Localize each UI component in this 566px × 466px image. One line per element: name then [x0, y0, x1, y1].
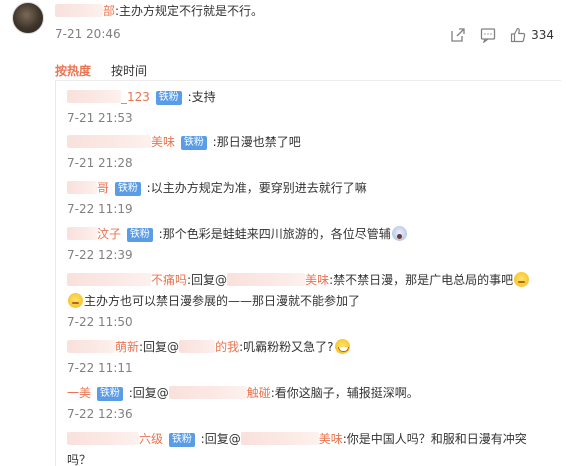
reply-text-continued: 主办方也可以禁日漫参展的——那日漫就不能参加了: [84, 294, 361, 308]
comment-icon: [480, 28, 496, 43]
username-blurred[interactable]: [67, 135, 151, 148]
fan-badge: 铁粉: [126, 228, 153, 242]
reply-item: 汶子 铁粉 :那个色彩是蛙蛙来四川旅游的，各位尽管辅 7-22 12:39: [67, 225, 557, 263]
username-blurred[interactable]: [67, 227, 97, 240]
like-count: 334: [531, 28, 554, 42]
reply-username-tail[interactable]: 哥: [97, 181, 109, 195]
pout-emoji-icon: [68, 293, 83, 308]
username-blurred[interactable]: [55, 4, 103, 17]
reply-username-tail[interactable]: 美味: [151, 135, 175, 149]
reply-prefix: :回复@: [139, 340, 180, 354]
reply-time: 7-22 12:39: [67, 248, 133, 262]
main-comment-time: 7-21 20:46: [55, 27, 121, 41]
reply-prefix: :回复@: [128, 386, 169, 400]
username-blurred[interactable]: [67, 90, 121, 103]
like-icon: [510, 27, 526, 43]
fan-badge: 铁粉: [155, 91, 182, 105]
tab-sort-by-time[interactable]: 按时间: [111, 62, 147, 78]
reply-item: 一美 铁粉 :回复@ 触碰:看你这脑子，辅报挺深啊。 7-22 12:36: [67, 384, 557, 422]
reply-text-continued: 吗？: [67, 453, 92, 466]
fan-badge: 铁粉: [114, 182, 141, 196]
reply-list: _123 铁粉 :支持 7-21 21:53 美味 铁粉 :那日漫也禁了吧 7-…: [55, 80, 561, 466]
mention-tail[interactable]: 美味: [319, 432, 343, 446]
reply-item: _123 铁粉 :支持 7-21 21:53: [67, 88, 557, 126]
fan-badge: 铁粉: [180, 136, 207, 150]
fan-badge: 铁粉: [96, 387, 123, 401]
reply-text: :叽霸粉粉又急了?: [239, 340, 334, 354]
reply-item: 美味 铁粉 :那日漫也禁了吧 7-21 21:28: [67, 133, 557, 171]
grin-emoji-icon: [334, 339, 350, 354]
reply-text: :看你这脑子，辅报挺深啊。: [270, 386, 419, 400]
fan-badge: 铁粉: [168, 433, 195, 447]
reply-text: :以主办方规定为准，要穿别进去就行了嘛: [146, 181, 367, 195]
comment-actions: 334: [436, 25, 554, 45]
reply-item: 六级 铁粉 :回复@ 美味:你是中国人吗？和服和日漫有冲突 吗？: [67, 430, 557, 466]
reply-prefix: :回复@: [200, 432, 241, 446]
reply-time: 7-21 21:53: [67, 111, 133, 125]
reply-username-head[interactable]: 一: [67, 386, 79, 400]
mention-tail[interactable]: 触碰: [247, 386, 271, 400]
share-icon: [451, 28, 465, 42]
comment-button[interactable]: [480, 27, 496, 43]
main-comment-text: :主办方规定不行就是不行。: [115, 4, 264, 18]
reply-time: 7-21 21:28: [67, 156, 133, 170]
sort-tabs: 按热度 按时间: [55, 62, 147, 78]
mention-tail[interactable]: 美味: [305, 273, 329, 287]
reply-username-tail[interactable]: 美: [79, 386, 91, 400]
tab-sort-by-hot[interactable]: 按热度: [55, 62, 91, 78]
reply-text: :那个色彩是蛙蛙来四川旅游的，各位尽管辅: [158, 227, 391, 241]
reply-time: 7-22 12:36: [67, 407, 133, 421]
reply-username-tail[interactable]: 汶子: [97, 227, 121, 241]
username-tail[interactable]: 部: [103, 4, 115, 18]
reply-item: 不痛吗:回复@ 美味:禁不禁日漫，那是广电总局的事吧 主办方也可以禁日漫参展的——…: [67, 271, 557, 330]
mention-blurred[interactable]: [227, 273, 306, 286]
reply-username-tail[interactable]: 萌新: [115, 340, 139, 354]
username-blurred[interactable]: [67, 273, 151, 286]
reply-item: 哥 铁粉 :以主办方规定为准，要穿别进去就行了嘛 7-22 11:19: [67, 179, 557, 217]
reply-time: 7-22 11:19: [67, 202, 133, 216]
main-comment: 部:主办方规定不行就是不行。 7-21 20:46 334: [0, 0, 566, 60]
reply-time: 7-22 11:50: [67, 315, 133, 329]
username-blurred[interactable]: [67, 181, 97, 194]
reply-time: 7-22 11:11: [67, 361, 133, 375]
username-blurred[interactable]: [67, 340, 115, 353]
reply-text: :你是中国人吗？和服和日漫有冲突: [342, 432, 527, 446]
reply-username-tail[interactable]: 六级: [139, 432, 163, 446]
mention-tail[interactable]: 的我: [215, 340, 239, 354]
share-button[interactable]: [450, 27, 466, 43]
like-button[interactable]: 334: [510, 27, 554, 43]
reply-prefix: :回复@: [187, 273, 228, 287]
reply-text: :那日漫也禁了吧: [212, 135, 301, 149]
mention-blurred[interactable]: [168, 386, 247, 399]
reply-username-tail[interactable]: 不痛吗: [151, 273, 187, 287]
mention-blurred[interactable]: [240, 432, 319, 445]
username-blurred[interactable]: [67, 432, 139, 445]
mention-blurred[interactable]: [179, 340, 216, 353]
pout-emoji-icon: [514, 272, 530, 287]
reply-username-tail[interactable]: _123: [121, 90, 150, 104]
main-comment-line: 部:主办方规定不行就是不行。: [55, 2, 263, 20]
reply-item: 萌新:回复@ 的我:叽霸粉粉又急了? 7-22 11:11: [67, 338, 557, 376]
avatar[interactable]: [12, 2, 44, 34]
reply-text: :禁不禁日漫，那是广电总局的事吧: [329, 273, 514, 287]
reply-text: :支持: [187, 90, 216, 104]
shocked-emoji-icon: [391, 226, 407, 241]
